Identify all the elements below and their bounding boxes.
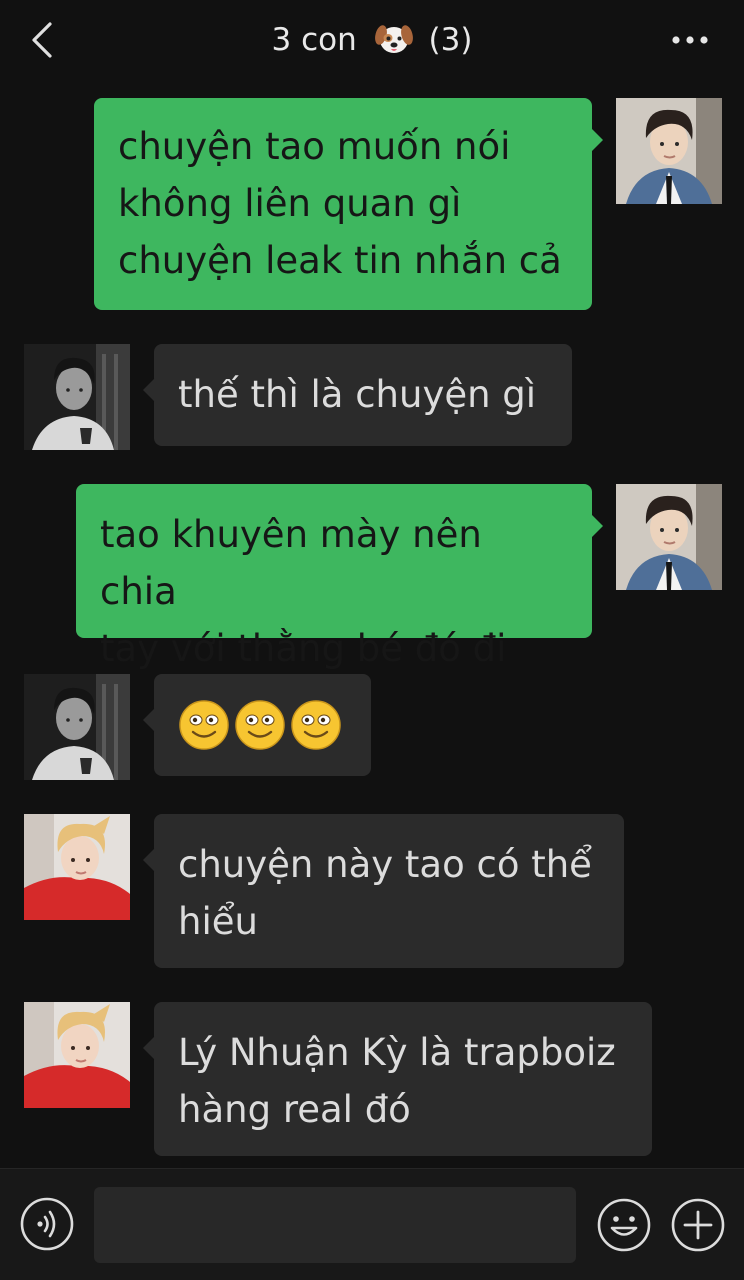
avatar-boy-dark-photo[interactable] — [24, 344, 130, 450]
message-text: tao khuyên mày nên chia — [100, 513, 482, 613]
message-text: hiểu — [178, 900, 258, 943]
more-options-button[interactable] — [670, 30, 710, 50]
avatar-boy-dark-photo[interactable] — [24, 674, 130, 780]
voice-input-button[interactable] — [20, 1197, 74, 1251]
chat-title[interactable]: 3 con — [272, 22, 357, 58]
avatar-boy-red-hoodie[interactable] — [24, 1002, 130, 1108]
message-text: không liên quan gì — [118, 182, 462, 225]
avatar-boy-denim-jacket[interactable] — [616, 484, 722, 590]
smile-icon — [235, 700, 285, 750]
avatar-photo — [24, 674, 130, 780]
message-text: chuyện leak tin nhắn cả — [118, 239, 562, 282]
message-text: thế thì là chuyện gì — [178, 373, 537, 416]
smile-icon — [291, 700, 341, 750]
more-dots-icon — [672, 36, 708, 44]
message-list[interactable]: chuyện tao muốn nói không liên quan gì c… — [0, 80, 744, 1168]
more-functions-button[interactable] — [670, 1197, 726, 1253]
voice-input-icon — [20, 1197, 74, 1251]
chat-title-bar: 3 con (3) — [0, 14, 744, 74]
message-bubble-incoming[interactable] — [143, 674, 371, 776]
message-input[interactable] — [94, 1187, 576, 1263]
plus-circle-icon — [671, 1198, 725, 1252]
avatar-photo — [24, 814, 130, 920]
avatar-boy-denim-jacket[interactable] — [616, 98, 722, 204]
message-text: chuyện này tao có thể — [178, 843, 592, 886]
message-text: chuyện tao muốn nói — [118, 125, 511, 168]
chevron-left-icon — [32, 22, 52, 58]
avatar-photo — [616, 98, 722, 204]
message-text: Lý Nhuận Kỳ là trapboiz — [178, 1031, 616, 1074]
back-button[interactable] — [24, 18, 64, 62]
dog-face-icon — [374, 20, 413, 74]
message-text: tay với thằng bé đó đi — [100, 627, 507, 670]
emoji-row — [178, 674, 347, 776]
avatar-boy-red-hoodie[interactable] — [24, 814, 130, 920]
smile-icon — [179, 700, 229, 750]
avatar-photo — [616, 484, 722, 590]
message-bubble-incoming[interactable]: thế thì là chuyện gì — [143, 344, 572, 446]
input-toolbar — [0, 1168, 744, 1280]
avatar-photo — [24, 344, 130, 450]
emoji-button[interactable] — [596, 1197, 652, 1253]
member-count: (3) — [428, 22, 473, 58]
emoji-face-icon — [597, 1198, 651, 1252]
message-bubble-outgoing[interactable]: chuyện tao muốn nói không liên quan gì c… — [94, 98, 603, 310]
message-bubble-outgoing[interactable]: tao khuyên mày nên chia tay với thằng bé… — [76, 484, 603, 670]
chat-header: 3 con (3) — [0, 0, 744, 80]
avatar-photo — [24, 1002, 130, 1108]
message-text: hàng real đó — [178, 1088, 411, 1131]
message-bubble-incoming[interactable]: chuyện này tao có thể hiểu — [143, 814, 624, 968]
message-bubble-incoming[interactable]: Lý Nhuận Kỳ là trapboiz hàng real đó — [143, 1002, 652, 1156]
